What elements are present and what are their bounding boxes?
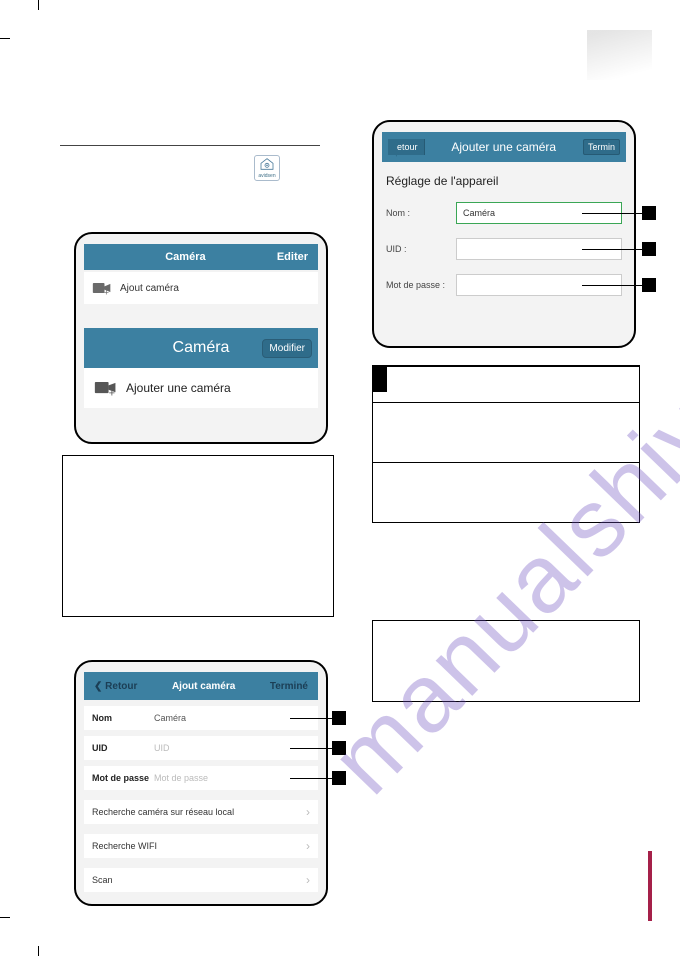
nav-search-wifi[interactable]: Recherche WIFI › [84, 834, 318, 858]
modifier-button[interactable]: Modifier [262, 339, 312, 358]
done-button[interactable]: Terminé [270, 681, 308, 692]
edit-button[interactable]: Editer [277, 251, 308, 263]
nav-scan[interactable]: Scan › [84, 868, 318, 892]
field-placeholder: Mot de passe [154, 773, 208, 783]
section-rule [60, 145, 320, 146]
add-camera-row-ios[interactable]: + Ajouter une caméra [84, 368, 318, 408]
callout-marker [642, 206, 656, 220]
callout-marker [332, 741, 346, 755]
add-camera-label: Ajout caméra [120, 283, 179, 294]
screen-add-camera-android: retour Ajouter une caméra Termin Réglage… [372, 120, 636, 348]
field-value: Caméra [154, 713, 186, 723]
header-title-4: Ajouter une caméra [425, 140, 583, 154]
header-bar-1: Caméra Editer [84, 244, 318, 270]
back-button[interactable]: ❮ Retour [94, 681, 137, 692]
callout-marker [332, 771, 346, 785]
field-label: Nom [92, 713, 154, 723]
field-password[interactable]: Mot de passe Mot de passe [84, 766, 318, 790]
field-label: Mot de passe [92, 773, 154, 783]
nav-label: Recherche caméra sur réseau local [92, 807, 234, 817]
header-title: Caméra [165, 251, 205, 263]
header-title-2: Caméra [173, 339, 230, 357]
app-icon: avidsen [254, 155, 280, 181]
field-name[interactable]: Nom Caméra [84, 706, 318, 730]
chevron-right-icon: › [306, 805, 310, 819]
screen-add-camera-ios: ❮ Retour Ajout caméra Terminé Nom Caméra… [74, 660, 328, 906]
header-bar-3: ❮ Retour Ajout caméra Terminé [84, 672, 318, 700]
field-uid: UID : [386, 238, 622, 260]
field-placeholder: UID [154, 743, 170, 753]
add-camera-label-2: Ajouter une caméra [126, 381, 231, 395]
callout-marker [642, 242, 656, 256]
explain-box-1 [62, 455, 334, 617]
field-label: UID [92, 743, 154, 753]
header-title-3: Ajout caméra [172, 681, 235, 692]
camera-add-icon: + [94, 380, 118, 396]
brand-tick [648, 851, 652, 921]
section-heading: Réglage de l'appareil [386, 174, 622, 188]
field-uid[interactable]: UID UID [84, 736, 318, 760]
svg-text:+: + [104, 288, 109, 296]
home-camera-icon [259, 157, 275, 171]
svg-text:+: + [109, 388, 116, 396]
app-icon-label: avidsen [255, 173, 279, 179]
callout-marker [373, 366, 387, 392]
nav-label: Recherche WIFI [92, 841, 157, 851]
field-name: Nom : Caméra [386, 202, 622, 224]
chevron-right-icon: › [306, 873, 310, 887]
callout-table [372, 365, 640, 523]
done-button[interactable]: Termin [583, 139, 620, 155]
field-label: Mot de passe : [386, 280, 456, 290]
back-button[interactable]: retour [388, 139, 425, 155]
field-label: UID : [386, 244, 456, 254]
callout-marker [332, 711, 346, 725]
add-camera-row-android[interactable]: + Ajout caméra [84, 272, 318, 304]
screen-camera-list: Caméra Editer + Ajout caméra Caméra Modi… [74, 232, 328, 444]
header-bar-2: Caméra Modifier [84, 328, 318, 368]
field-label: Nom : [386, 208, 456, 218]
camera-add-icon: + [92, 281, 112, 295]
field-password: Mot de passe : [386, 274, 622, 296]
header-bar-4: retour Ajouter une caméra Termin [382, 132, 626, 162]
callout-marker [642, 278, 656, 292]
nav-label: Scan [92, 875, 113, 885]
chevron-right-icon: › [306, 839, 310, 853]
nav-search-lan[interactable]: Recherche caméra sur réseau local › [84, 800, 318, 824]
explain-box-2 [372, 620, 640, 702]
